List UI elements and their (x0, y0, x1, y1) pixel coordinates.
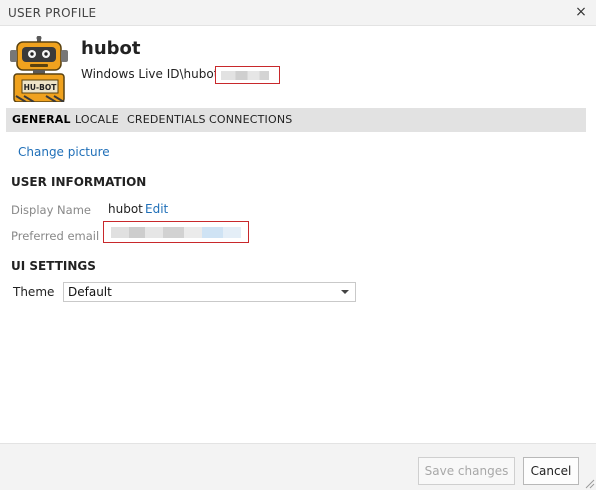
change-picture-link[interactable]: Change picture (18, 145, 110, 159)
cancel-button[interactable]: Cancel (523, 457, 579, 485)
theme-label: Theme (13, 285, 55, 299)
user-information-heading: USER INFORMATION (11, 175, 147, 189)
hubot-avatar-icon: HU-BOT (6, 36, 72, 102)
redacted-preferred-email (103, 221, 249, 243)
display-name-label: Display Name (11, 203, 91, 217)
avatar-badge: HU-BOT (24, 83, 58, 92)
tab-connections[interactable]: CONNECTIONS (209, 113, 292, 126)
save-changes-button[interactable]: Save changes (418, 457, 515, 485)
tab-bar: GENERAL LOCALE CREDENTIALS CONNECTIONS (6, 108, 586, 132)
close-icon[interactable]: × (572, 3, 590, 21)
redaction-blur (221, 71, 269, 80)
theme-selected-value: Default (68, 285, 112, 299)
ui-settings-heading: UI SETTINGS (11, 259, 96, 273)
theme-select[interactable]: Default (63, 282, 356, 302)
tab-locale[interactable]: LOCALE (75, 113, 119, 126)
preferred-email-label: Preferred email (11, 229, 100, 243)
tab-credentials[interactable]: CREDENTIALS (127, 113, 206, 126)
chevron-down-icon (341, 290, 349, 294)
account-id: Windows Live ID\hubot@ (81, 67, 231, 81)
tab-general[interactable]: GENERAL (12, 113, 71, 126)
redacted-account-domain (215, 66, 280, 84)
resize-grip-icon[interactable] (585, 479, 595, 489)
user-name: hubot (81, 38, 141, 59)
display-name-value: hubot (108, 202, 143, 216)
window-title: USER PROFILE (8, 6, 97, 20)
dialog-footer: Save changes Cancel (0, 443, 596, 490)
redaction-blur (111, 227, 241, 238)
title-bar: USER PROFILE × (0, 0, 596, 26)
edit-display-name-link[interactable]: Edit (145, 202, 168, 216)
